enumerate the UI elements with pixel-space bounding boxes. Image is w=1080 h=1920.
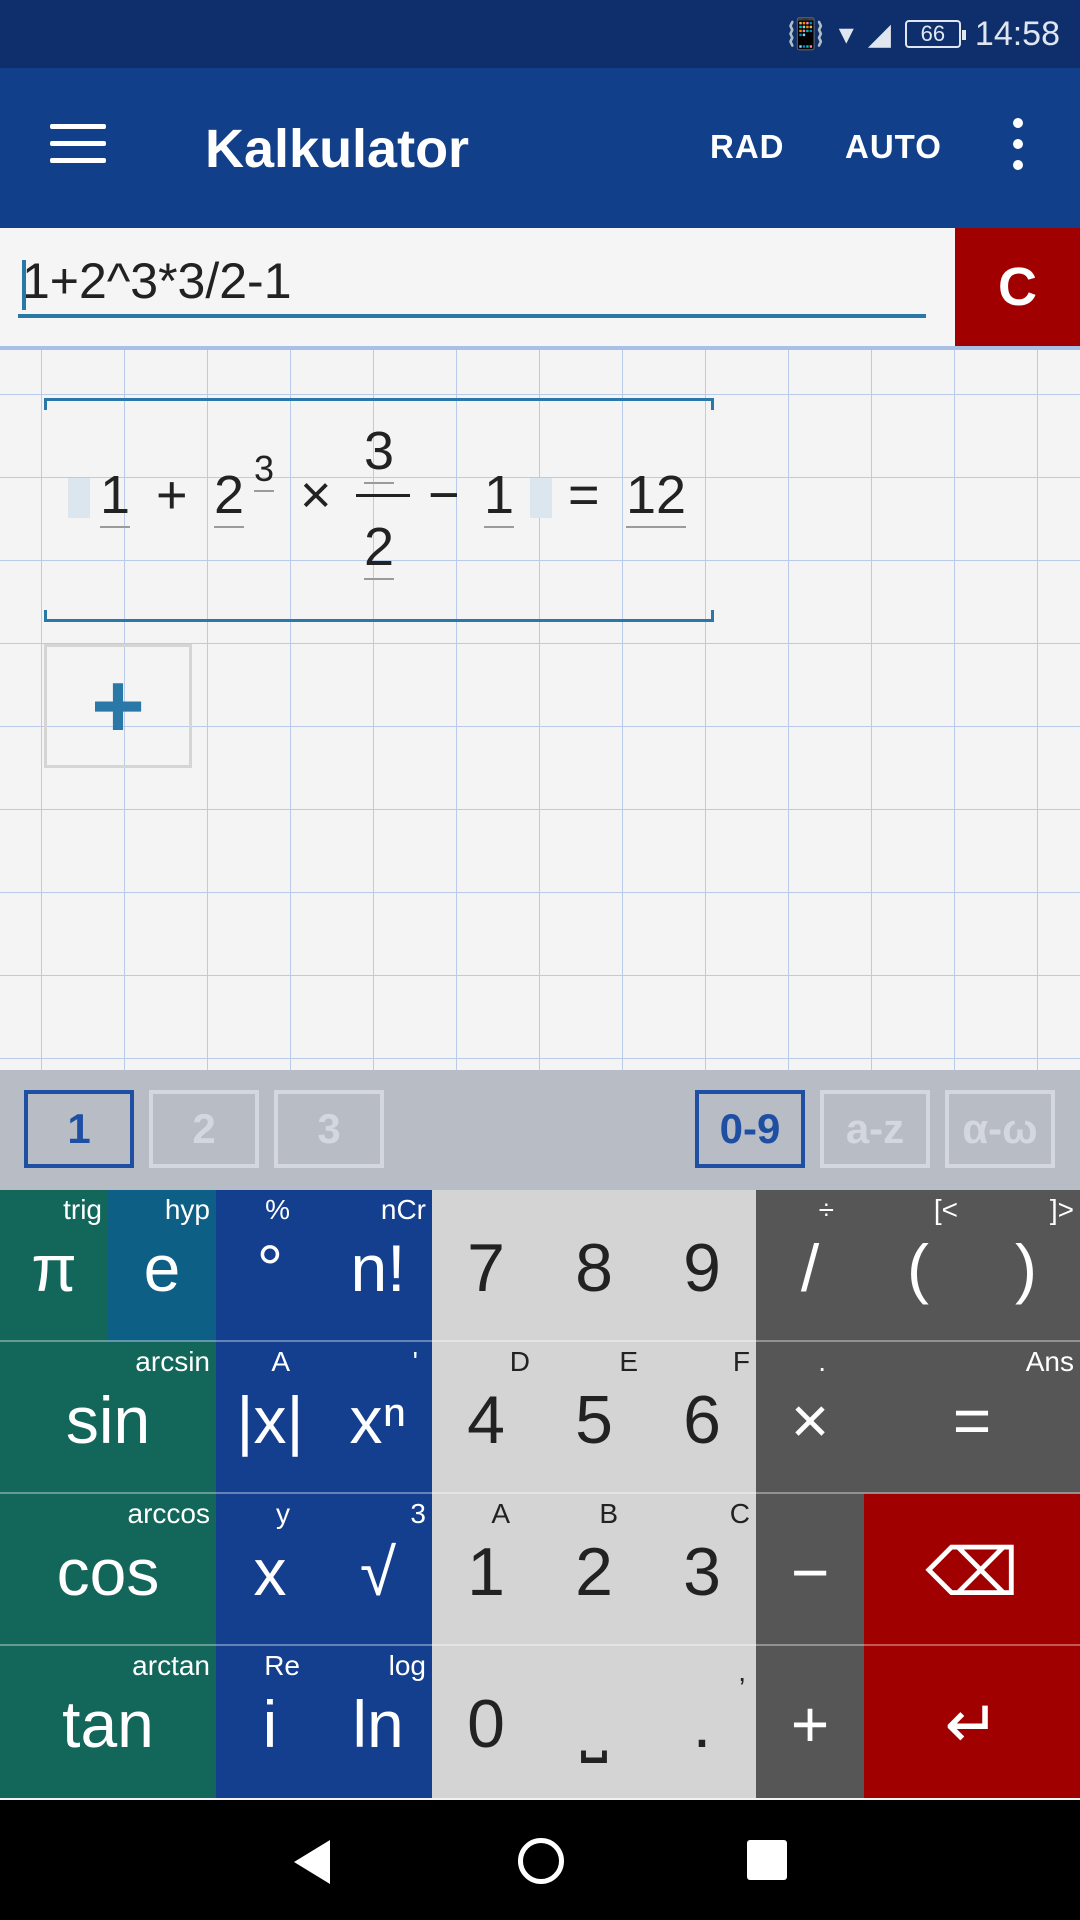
equals-sign: = xyxy=(568,465,600,525)
plus-key[interactable]: + xyxy=(756,1646,864,1798)
degree-key[interactable]: % ° xyxy=(216,1190,324,1342)
expression-input-value: 1+2^3*3/2-1 xyxy=(22,253,292,309)
keyboard-digits-button[interactable]: 0-9 xyxy=(695,1090,805,1168)
digit-1-key[interactable]: A 1 xyxy=(432,1494,540,1646)
status-icons: 📳 ▾ ◢ 66 14:58 xyxy=(787,12,1060,56)
app-title: Kalkulator xyxy=(205,119,470,179)
space-icon: ⎵ xyxy=(580,1686,608,1762)
variable-x-key[interactable]: y x xyxy=(216,1494,324,1646)
row-divider xyxy=(0,1340,1080,1342)
tab-2[interactable]: 2 xyxy=(149,1090,259,1168)
factorial-key[interactable]: nCr n! xyxy=(324,1190,432,1342)
digit-2-key[interactable]: B 2 xyxy=(540,1494,648,1646)
mode-row: 1 2 3 0-9 a-z α-ω xyxy=(0,1070,1080,1190)
expression-block[interactable]: 1 + 2 3 × 3 2 − 1 = 12 xyxy=(44,398,714,622)
add-expression-button[interactable]: + xyxy=(44,644,192,768)
divide-key[interactable]: ÷ / xyxy=(756,1190,864,1342)
pi-key[interactable]: trig π xyxy=(0,1190,108,1342)
status-time: 14:58 xyxy=(974,14,1060,53)
battery-icon: 66 xyxy=(904,20,966,48)
operator-minus: − xyxy=(428,465,460,525)
power-exponent[interactable]: 3 xyxy=(254,448,275,492)
digit-6-key[interactable]: F 6 xyxy=(648,1342,756,1494)
e-key[interactable]: hyp e xyxy=(108,1190,216,1342)
vibrate-icon: 📳 xyxy=(787,17,825,51)
tab-3[interactable]: 3 xyxy=(274,1090,384,1168)
equals-key[interactable]: Ans = xyxy=(864,1342,1080,1494)
recent-apps-icon[interactable] xyxy=(747,1840,787,1880)
math-workspace[interactable]: 1 + 2 3 × 3 2 − 1 = 12 + xyxy=(0,350,1080,1070)
menu-icon[interactable] xyxy=(50,124,106,168)
minus-key[interactable]: − xyxy=(756,1494,864,1646)
digit-4-key[interactable]: D 4 xyxy=(432,1342,540,1494)
placeholder-right xyxy=(530,478,552,518)
tab-1[interactable]: 1 xyxy=(24,1090,134,1168)
signal-icon: ◢ xyxy=(867,17,891,51)
sqrt-key[interactable]: 3 √ xyxy=(324,1494,432,1646)
space-key[interactable]: ⎵ xyxy=(540,1646,648,1798)
power-base[interactable]: 2 xyxy=(214,464,245,528)
digit-7-key[interactable]: 7 xyxy=(432,1190,540,1342)
digit-3-key[interactable]: C 3 xyxy=(648,1494,756,1646)
more-options-icon[interactable] xyxy=(1000,118,1036,178)
clear-button[interactable]: C xyxy=(955,228,1080,346)
status-bar: 📳 ▾ ◢ 66 14:58 xyxy=(0,0,1080,68)
keyboard-greek-button[interactable]: α-ω xyxy=(945,1090,1055,1168)
abs-key[interactable]: A |x| xyxy=(216,1342,324,1494)
digit-8-key[interactable]: 8 xyxy=(540,1190,648,1342)
input-row: 1+2^3*3/2-1 C xyxy=(0,228,1080,350)
result-value: 12 xyxy=(626,464,687,528)
term-2[interactable]: 1 xyxy=(484,464,515,528)
navigation-bar xyxy=(0,1800,1080,1920)
decimal-point-key[interactable]: , . xyxy=(648,1646,756,1798)
enter-icon: ↵ xyxy=(944,1687,1000,1761)
row-divider xyxy=(0,1492,1080,1494)
power-key[interactable]: ' xⁿ xyxy=(324,1342,432,1494)
placeholder-left xyxy=(68,478,90,518)
backspace-icon: ⌫ xyxy=(925,1535,1019,1609)
digit-0-key[interactable]: 0 xyxy=(432,1646,540,1798)
text-cursor xyxy=(22,260,26,310)
sin-key[interactable]: arcsin sin xyxy=(0,1342,216,1494)
fraction-numerator[interactable]: 3 xyxy=(364,420,395,484)
left-paren-key[interactable]: [< ( xyxy=(864,1190,972,1342)
cos-key[interactable]: arccos cos xyxy=(0,1494,216,1646)
home-icon[interactable] xyxy=(518,1838,564,1884)
add-icon: + xyxy=(91,654,145,757)
term-1[interactable]: 1 xyxy=(100,464,131,528)
auto-button[interactable]: AUTO xyxy=(845,128,942,166)
wifi-icon: ▾ xyxy=(838,17,854,51)
fraction-denominator[interactable]: 2 xyxy=(364,516,395,580)
operator-times: × xyxy=(300,465,332,525)
keyboard-latin-button[interactable]: a-z xyxy=(820,1090,930,1168)
imaginary-i-key[interactable]: Re i xyxy=(216,1646,324,1798)
enter-key[interactable]: ↵ xyxy=(864,1646,1080,1798)
expression-input[interactable]: 1+2^3*3/2-1 xyxy=(18,248,926,318)
backspace-key[interactable]: ⌫ xyxy=(864,1494,1080,1646)
fraction-bar xyxy=(356,494,410,497)
tan-key[interactable]: arctan tan xyxy=(0,1646,216,1798)
multiply-key[interactable]: . × xyxy=(756,1342,864,1494)
digit-9-key[interactable]: 9 xyxy=(648,1190,756,1342)
back-icon[interactable] xyxy=(294,1840,330,1884)
row-divider xyxy=(0,1644,1080,1646)
ln-key[interactable]: log ln xyxy=(324,1646,432,1798)
right-paren-key[interactable]: ]> ) xyxy=(972,1190,1080,1342)
operator-plus: + xyxy=(156,465,188,525)
rad-button[interactable]: RAD xyxy=(710,128,785,166)
keypad: trig π hyp e % ° nCr n! 7 8 9 ÷ / [< ( ]… xyxy=(0,1190,1080,1800)
app-bar: Kalkulator RAD AUTO xyxy=(0,68,1080,228)
digit-5-key[interactable]: E 5 xyxy=(540,1342,648,1494)
